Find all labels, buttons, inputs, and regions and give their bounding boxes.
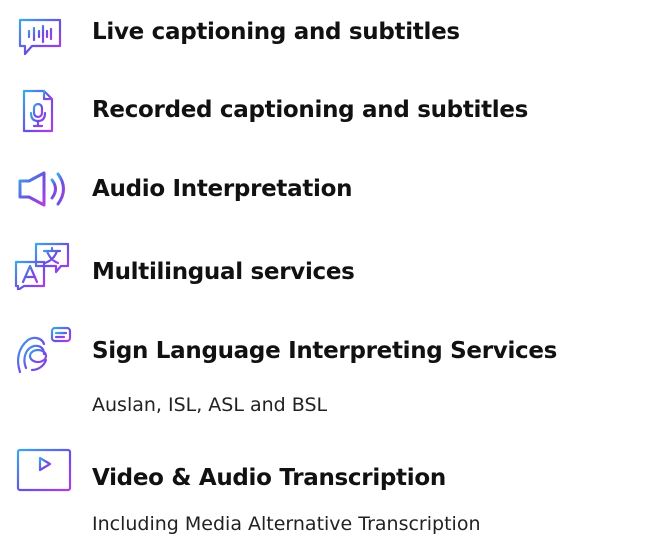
service-title: Audio Interpretation [92,176,353,202]
service-subtitle: Auslan, ISL, ASL and BSL [92,394,328,416]
service-title: Live captioning and subtitles [92,19,460,45]
speaker-icon [18,171,65,207]
translate-icon [14,242,70,290]
service-title: Sign Language Interpreting Services [92,338,558,364]
service-title: Recorded captioning and subtitles [92,97,529,123]
sign-language-hand-icon [17,326,72,374]
service-title: Video & Audio Transcription [92,465,446,491]
service-subtitle: Including Media Alternative Transcriptio… [92,513,481,535]
video-player-icon [16,448,72,492]
service-title: Multilingual services [92,259,355,285]
document-microphone-icon [22,89,54,133]
speech-bubble-waveform-icon [18,18,62,56]
